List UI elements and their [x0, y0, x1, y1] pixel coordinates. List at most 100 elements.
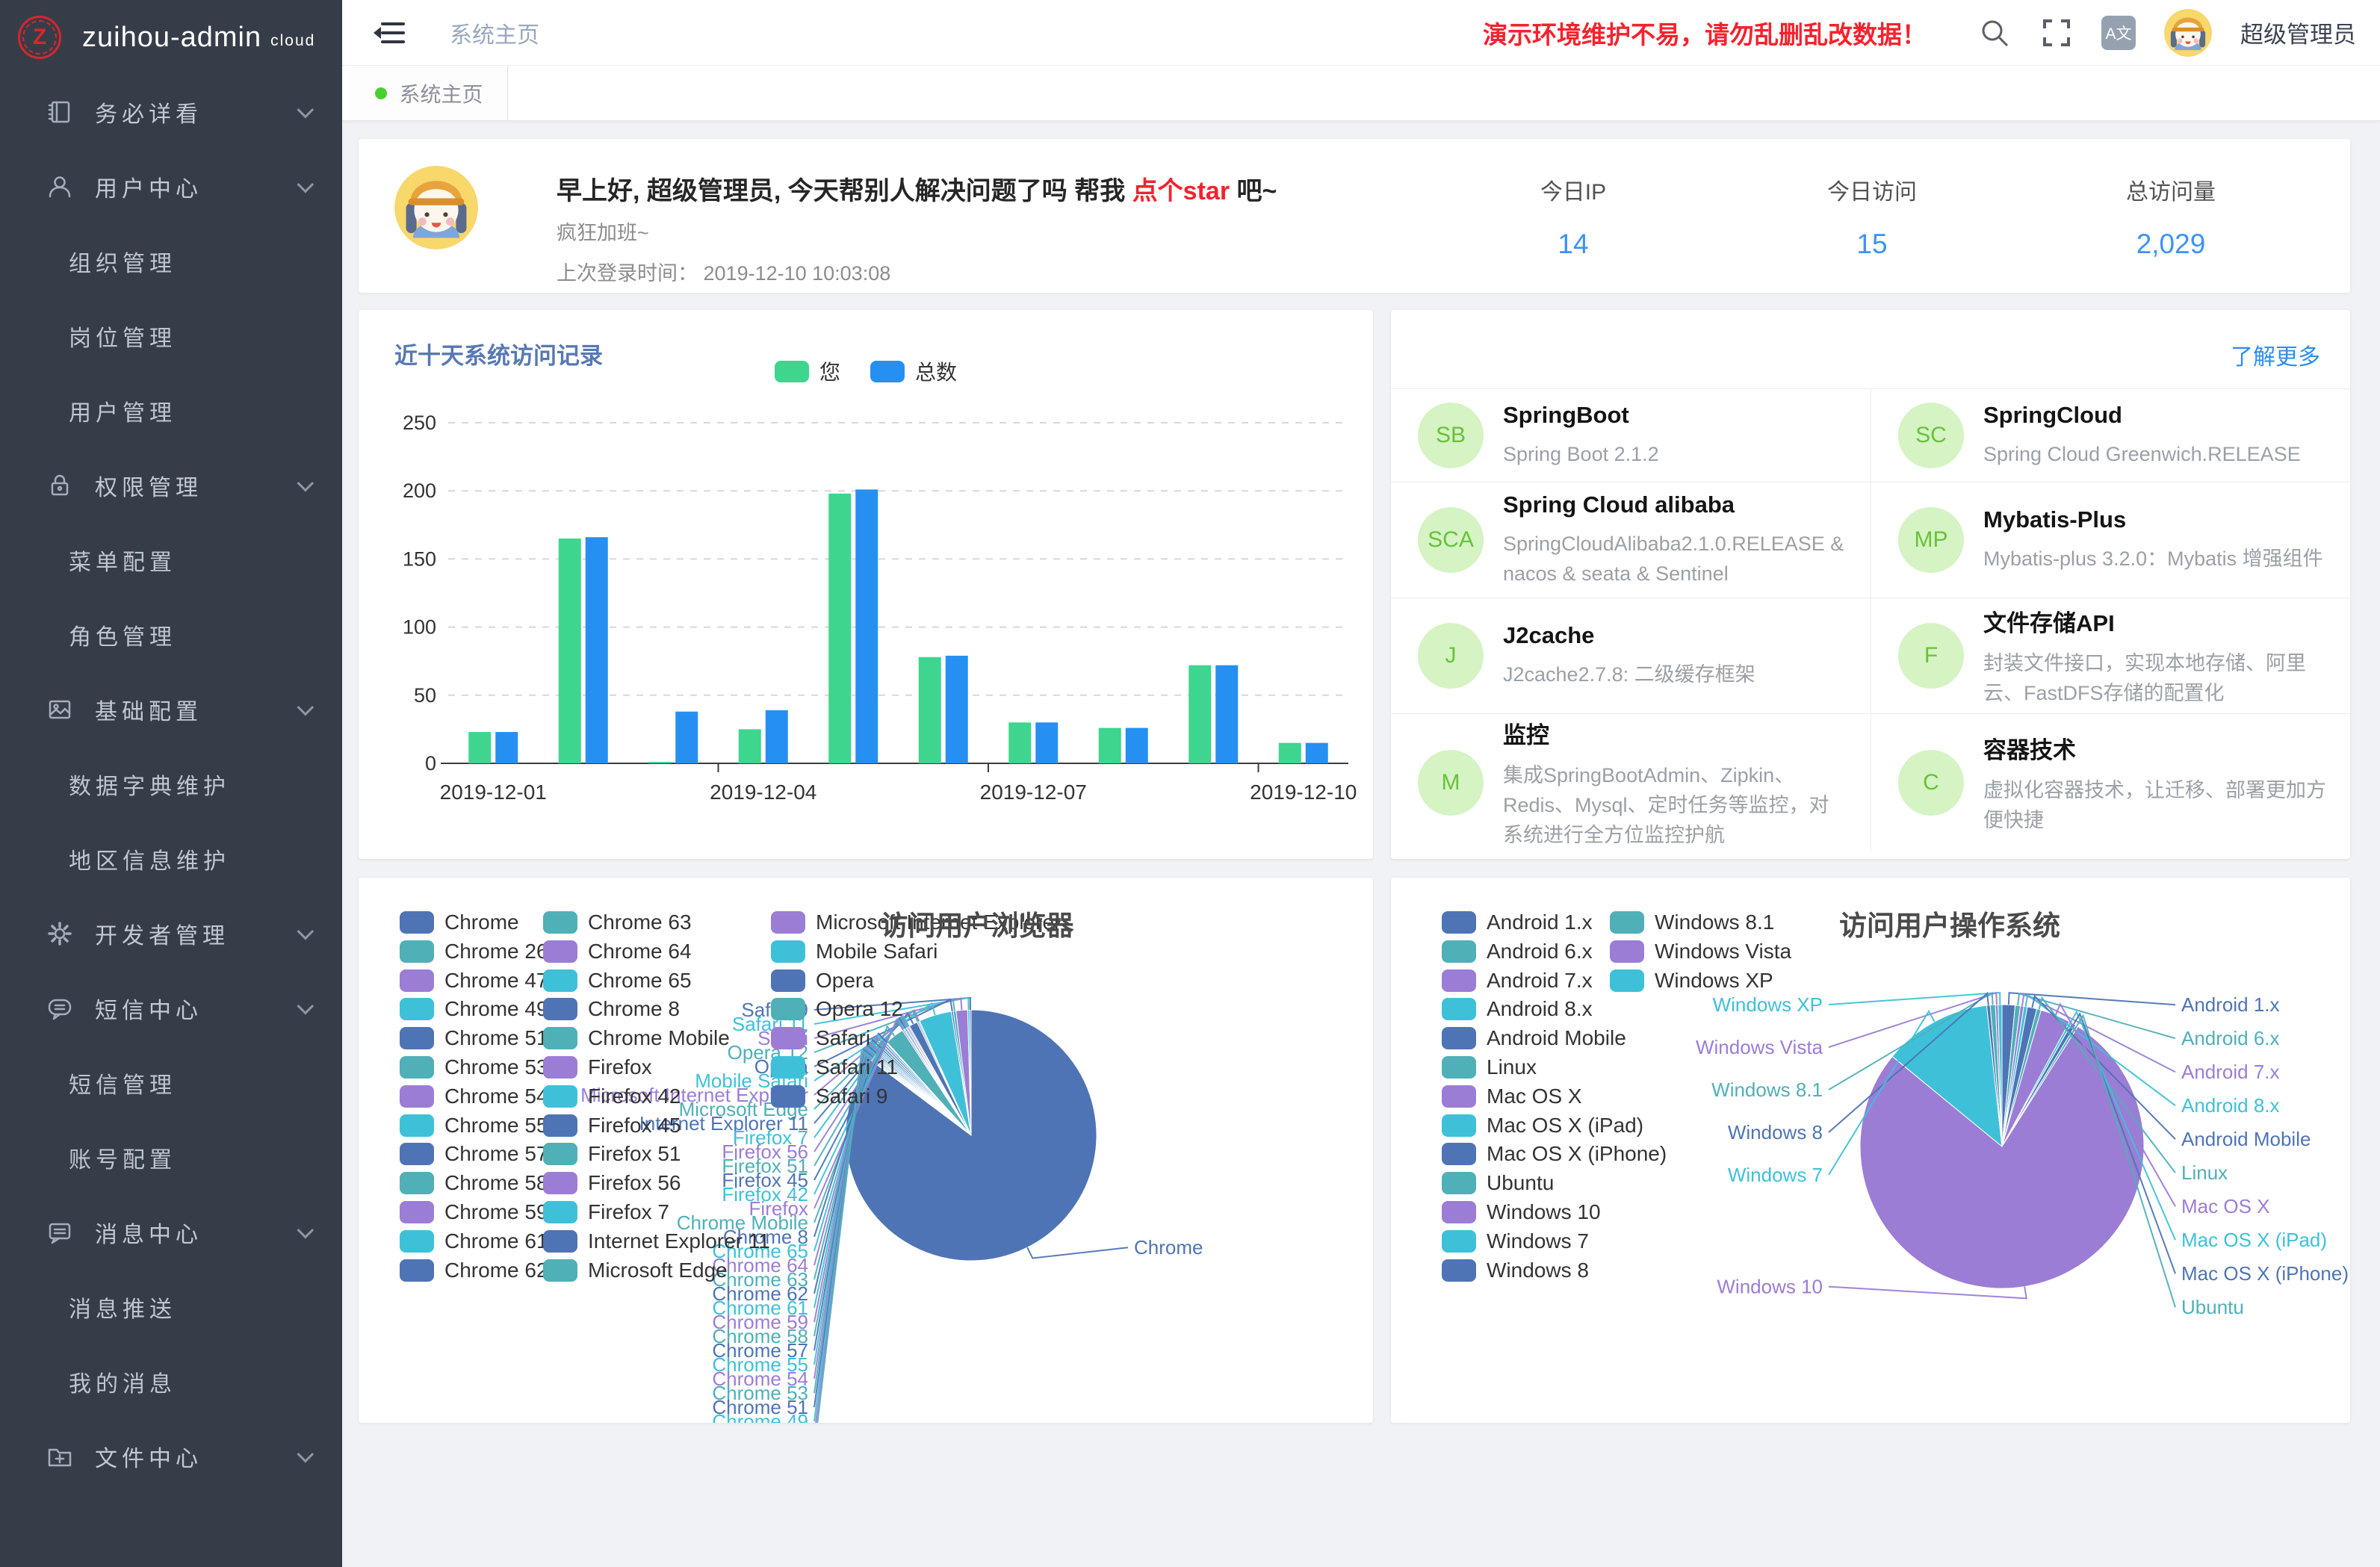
- sidebar-item-基础配置[interactable]: 基础配置: [0, 672, 342, 747]
- sidebar-item-消息中心[interactable]: 消息中心: [0, 1195, 342, 1270]
- demo-warning-text: 演示环境维护不易，请勿乱删乱改数据！: [1483, 15, 1927, 51]
- legend-item-Microsoft Edge[interactable]: Microsoft Edge: [543, 1259, 728, 1282]
- sidebar-subitem-label: 岗位管理: [69, 320, 176, 353]
- legend-item-Chrome Mobile[interactable]: Chrome Mobile: [543, 1027, 730, 1049]
- legend-item-Chrome 49[interactable]: Chrome 49: [400, 998, 548, 1020]
- pie-label-Mac OS X (iPad): Mac OS X (iPad): [2181, 1229, 2327, 1251]
- legend-item-Chrome 54[interactable]: Chrome 54: [400, 1085, 548, 1108]
- svg-text:2019-12-07: 2019-12-07: [980, 781, 1087, 804]
- legend-item-Chrome 47[interactable]: Chrome 47: [400, 969, 548, 992]
- app-title: zuihou-admin: [82, 22, 261, 54]
- search-icon[interactable]: [1977, 16, 2012, 50]
- sidebar-item-用户中心[interactable]: 用户中心: [0, 149, 342, 224]
- legend-item-Chrome 63[interactable]: Chrome 63: [543, 911, 692, 934]
- legend-item-Firefox 51[interactable]: Firefox 51: [543, 1143, 681, 1165]
- collapse-menu-icon[interactable]: [372, 19, 405, 47]
- tab-system-home[interactable]: 系统主页: [351, 66, 508, 120]
- legend-item-Windows 10[interactable]: Windows 10: [1442, 1201, 1601, 1223]
- legend-item-Chrome 51[interactable]: Chrome 51: [400, 1027, 548, 1049]
- legend-item-Mac OS X (iPad)[interactable]: Mac OS X (iPad): [1442, 1114, 1643, 1137]
- bar-总数-2019-12-08: [1126, 728, 1148, 763]
- header-right-group: 演示环境维护不易，请勿乱删乱改数据！ A文 超级管理员: [1483, 9, 2380, 57]
- legend-item-Chrome 26[interactable]: Chrome 26: [400, 940, 548, 963]
- legend-item-Opera[interactable]: Opera: [771, 969, 874, 992]
- tech-abbr-badge: C: [1898, 750, 1964, 816]
- sidebar-item-开发者管理[interactable]: 开发者管理: [0, 896, 342, 971]
- tech-title: Mybatis-Plus: [1983, 506, 2323, 533]
- legend-item-Chrome 55[interactable]: Chrome 55: [400, 1114, 548, 1137]
- sidebar-subitem-组织管理[interactable]: 组织管理: [0, 224, 342, 299]
- sidebar-subitem-label: 角色管理: [69, 618, 176, 651]
- sidebar-subitem-数据字典维护[interactable]: 数据字典维护: [0, 747, 342, 822]
- sidebar-item-label: 开发者管理: [95, 917, 229, 950]
- star-link[interactable]: 点个star: [1132, 177, 1230, 205]
- sidebar-subitem-消息推送[interactable]: 消息推送: [0, 1270, 342, 1344]
- sidebar-subitem-我的消息[interactable]: 我的消息: [0, 1344, 342, 1419]
- legend-item-Chrome 62[interactable]: Chrome 62: [400, 1259, 548, 1282]
- legend-item-Windows 7[interactable]: Windows 7: [1442, 1230, 1589, 1253]
- legend-item-Windows 8.1[interactable]: Windows 8.1: [1610, 911, 1774, 934]
- legend-item-Mac OS X[interactable]: Mac OS X: [1442, 1085, 1582, 1108]
- sidebar-subitem-菜单配置[interactable]: 菜单配置: [0, 523, 342, 598]
- sidebar-subitem-账号配置[interactable]: 账号配置: [0, 1120, 342, 1195]
- sidebar-subitem-角色管理[interactable]: 角色管理: [0, 598, 342, 672]
- tech-abbr-badge: MP: [1898, 507, 1964, 573]
- legend-item-Chrome 53[interactable]: Chrome 53: [400, 1056, 548, 1079]
- legend-item-Firefox[interactable]: Firefox: [543, 1056, 652, 1079]
- legend-item-Safari[interactable]: Safari: [771, 1027, 870, 1049]
- svg-text:100: 100: [403, 616, 436, 639]
- sidebar-subitem-短信管理[interactable]: 短信管理: [0, 1046, 342, 1120]
- legend-item-Mac OS X (iPhone)[interactable]: Mac OS X (iPhone): [1442, 1143, 1667, 1165]
- svg-text:2019-12-04: 2019-12-04: [710, 781, 816, 804]
- legend-item-Windows XP[interactable]: Windows XP: [1610, 969, 1773, 992]
- language-switch-icon[interactable]: A文: [2101, 16, 2136, 50]
- legend-item-Safari 9[interactable]: Safari 9: [771, 1085, 888, 1108]
- legend-item-Chrome 64[interactable]: Chrome 64: [543, 940, 692, 963]
- sidebar-subitem-用户管理[interactable]: 用户管理: [0, 373, 342, 448]
- fullscreen-icon[interactable]: [2040, 16, 2073, 49]
- sidebar-item-权限管理[interactable]: 权限管理: [0, 448, 342, 523]
- bar-您-2019-12-06: [919, 657, 941, 763]
- sidebar-item-短信中心[interactable]: 短信中心: [0, 971, 342, 1046]
- sidebar-subitem-地区信息维护[interactable]: 地区信息维护: [0, 822, 342, 896]
- legend-item-Android 8.x[interactable]: Android 8.x: [1442, 998, 1593, 1020]
- legend-item-Firefox 45[interactable]: Firefox 45: [543, 1114, 681, 1137]
- bar-您-2019-12-03: [648, 762, 671, 763]
- legend-item-Android Mobile[interactable]: Android Mobile: [1442, 1027, 1626, 1049]
- pie-label-Chrome 49: Chrome 49: [712, 1410, 808, 1423]
- legend-item-Safari 11[interactable]: Safari 11: [771, 1056, 898, 1079]
- legend-item-Android 7.x[interactable]: Android 7.x: [1442, 969, 1593, 992]
- legend-item-Android 1.x[interactable]: Android 1.x: [1442, 911, 1593, 934]
- legend-item-Chrome 59[interactable]: Chrome 59: [400, 1201, 548, 1223]
- sidebar-subitem-岗位管理[interactable]: 岗位管理: [0, 299, 342, 373]
- legend-item-Android 6.x[interactable]: Android 6.x: [1442, 940, 1593, 963]
- legend-item-Chrome 61[interactable]: Chrome 61: [400, 1230, 548, 1253]
- legend-item-Firefox 42[interactable]: Firefox 42: [543, 1085, 681, 1108]
- sidebar-item-文件中心[interactable]: 文件中心: [0, 1419, 342, 1494]
- pie-label-Mac OS X: Mac OS X: [2181, 1195, 2269, 1217]
- legend-item-Chrome 57[interactable]: Chrome 57: [400, 1143, 548, 1165]
- legend-item-Windows Vista[interactable]: Windows Vista: [1610, 940, 1791, 963]
- avatar[interactable]: [2164, 9, 2212, 57]
- folder-icon: [46, 1443, 73, 1470]
- breadcrumb[interactable]: 系统主页: [450, 16, 539, 49]
- legend-item-Windows 8[interactable]: Windows 8: [1442, 1259, 1589, 1282]
- legend-item-Ubuntu[interactable]: Ubuntu: [1442, 1172, 1554, 1194]
- browser-pie-card: Safari 9 Safari 11 Safari Opera 12 Opera Mobi…: [359, 878, 1373, 1423]
- tech-item-Mybatis-Plus: MPMybatis-PlusMybatis-plus 3.2.0：Mybatis…: [1871, 482, 2350, 598]
- legend-item-Chrome 58[interactable]: Chrome 58: [400, 1172, 548, 1194]
- learn-more-link[interactable]: 了解更多: [2231, 338, 2320, 371]
- current-user-name[interactable]: 超级管理员: [2240, 16, 2356, 49]
- legend-item-Firefox 7[interactable]: Firefox 7: [543, 1201, 669, 1223]
- greeting-prefix: 早上好, 超级管理员, 今天帮别人解决问题了吗 帮我: [557, 177, 1132, 205]
- legend-item-Opera 12[interactable]: Opera 12: [771, 998, 903, 1020]
- legend-item-Mobile Safari[interactable]: Mobile Safari: [771, 940, 938, 963]
- bar-总数-2019-12-06: [946, 656, 968, 763]
- legend-item-Firefox 56[interactable]: Firefox 56: [543, 1172, 681, 1194]
- legend-item-Internet Explorer 11[interactable]: Internet Explorer 11: [543, 1230, 770, 1253]
- legend-item-Chrome 65[interactable]: Chrome 65: [543, 969, 692, 992]
- legend-item-Chrome 8[interactable]: Chrome 8: [543, 998, 680, 1020]
- legend-item-Chrome[interactable]: Chrome: [400, 911, 519, 934]
- legend-item-Linux[interactable]: Linux: [1442, 1056, 1537, 1079]
- sidebar-item-务必详看[interactable]: 务必详看: [0, 75, 342, 149]
